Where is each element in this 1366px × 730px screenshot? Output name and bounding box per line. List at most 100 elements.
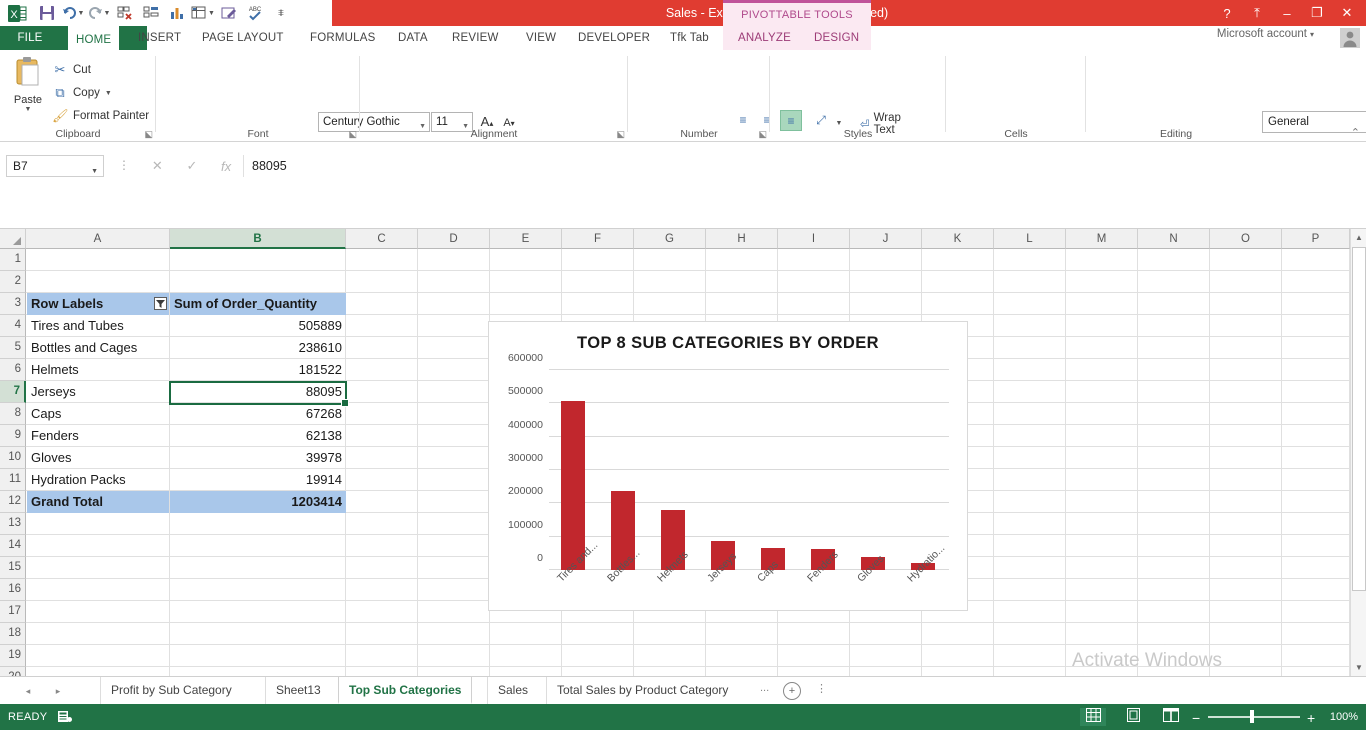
- cell-B6[interactable]: 181522: [170, 359, 346, 381]
- sheet-tab-total-sales-by-product-category[interactable]: Total Sales by Product Category: [546, 677, 738, 704]
- new-sheet-button[interactable]: +: [783, 682, 801, 700]
- zoom-out-button[interactable]: −: [1192, 710, 1200, 726]
- zoom-in-button[interactable]: +: [1307, 710, 1315, 726]
- copy-dropdown-icon[interactable]: ▼: [105, 90, 112, 97]
- collapse-ribbon-icon[interactable]: ⌃: [1351, 126, 1360, 139]
- sheet-tab-overflow[interactable]: ...: [760, 682, 769, 694]
- number-dialog-launcher-icon[interactable]: ⬕: [758, 129, 767, 140]
- column-header-E[interactable]: E: [490, 229, 562, 249]
- sheet-tab-sheet13[interactable]: Sheet13: [265, 677, 331, 704]
- column-header-N[interactable]: N: [1138, 229, 1210, 249]
- edit-pencil-icon[interactable]: [216, 0, 242, 26]
- cell-B8[interactable]: 67268: [170, 403, 346, 425]
- avatar[interactable]: [1340, 28, 1360, 48]
- cell-B9[interactable]: 62138: [170, 425, 346, 447]
- row-header-1[interactable]: 1: [0, 249, 26, 271]
- cell-B11[interactable]: 19914: [170, 469, 346, 491]
- cell-B12[interactable]: 1203414: [170, 491, 346, 513]
- row-header-14[interactable]: 14: [0, 535, 26, 557]
- font-dialog-launcher-icon[interactable]: ⬕: [348, 129, 357, 140]
- formula-bar-buttons[interactable]: ✕ ✓ fx: [140, 155, 244, 177]
- zoom-level[interactable]: 100%: [1330, 711, 1358, 723]
- cell-B4[interactable]: 505889: [170, 315, 346, 337]
- column-header-L[interactable]: L: [994, 229, 1066, 249]
- scroll-up-arrow-icon[interactable]: ▲: [1351, 229, 1366, 246]
- restore-button[interactable]: ❐: [1302, 5, 1332, 21]
- formula-input[interactable]: 88095: [252, 155, 1344, 177]
- column-header-C[interactable]: C: [346, 229, 418, 249]
- tab-design[interactable]: DESIGN: [806, 26, 867, 50]
- tab-tfk-tab[interactable]: Tfk Tab: [662, 26, 717, 50]
- column-header-D[interactable]: D: [418, 229, 490, 249]
- column-header-M[interactable]: M: [1066, 229, 1138, 249]
- row-header-17[interactable]: 17: [0, 601, 26, 623]
- tab-data[interactable]: DATA: [390, 26, 436, 50]
- sheet-tab-top-sub-categories[interactable]: Top Sub Categories: [338, 677, 473, 704]
- cell-A3[interactable]: Row Labels: [27, 293, 169, 315]
- spelling-check-icon[interactable]: ABC: [242, 0, 268, 26]
- cell-A7[interactable]: Jerseys: [27, 381, 169, 403]
- undo-icon[interactable]: ▼: [60, 0, 86, 26]
- row-labels-filter-icon[interactable]: [154, 297, 167, 310]
- column-header-A[interactable]: A: [26, 229, 170, 249]
- chart-bar-tires-and-tubes[interactable]: [561, 401, 585, 570]
- redo-icon[interactable]: ▼: [86, 0, 112, 26]
- select-all-corner[interactable]: [0, 229, 26, 249]
- cut-button[interactable]: ✂ Cut: [52, 60, 91, 80]
- sheet-nav-prev-icon[interactable]: ◂: [18, 682, 38, 700]
- row-header-9[interactable]: 9: [0, 425, 26, 447]
- column-header-G[interactable]: G: [634, 229, 706, 249]
- save-icon[interactable]: [34, 0, 60, 26]
- cell-A6[interactable]: Helmets: [27, 359, 169, 381]
- customize-qat-icon[interactable]: ⩨: [268, 0, 294, 26]
- column-header-H[interactable]: H: [706, 229, 778, 249]
- pivot-chart[interactable]: TOP 8 SUB CATEGORIES BY ORDER 0 100000 2…: [488, 321, 968, 611]
- cell-B5[interactable]: 238610: [170, 337, 346, 359]
- copy-button[interactable]: ⧉ Copy ▼: [52, 83, 112, 103]
- tab-home[interactable]: HOME: [68, 26, 120, 50]
- minimize-button[interactable]: –: [1272, 6, 1302, 21]
- zoom-slider-handle[interactable]: [1250, 710, 1254, 723]
- name-box-dropdown-icon[interactable]: ▼: [91, 162, 98, 182]
- tab-review[interactable]: REVIEW: [444, 26, 507, 50]
- vertical-scrollbar[interactable]: ▲ ▼: [1350, 229, 1366, 676]
- row-header-18[interactable]: 18: [0, 623, 26, 645]
- column-header-F[interactable]: F: [562, 229, 634, 249]
- cell-A5[interactable]: Bottles and Cages: [27, 337, 169, 359]
- insert-function-icon[interactable]: fx: [221, 159, 231, 174]
- cell-B3[interactable]: Sum of Order_Quantity: [170, 293, 346, 315]
- sheet-tab-sales[interactable]: Sales: [487, 677, 538, 704]
- column-header-K[interactable]: K: [922, 229, 994, 249]
- clipboard-dialog-launcher-icon[interactable]: ⬕: [144, 129, 153, 140]
- sheet-nav-next-icon[interactable]: ▸: [48, 682, 68, 700]
- row-header-7[interactable]: 7: [0, 381, 26, 403]
- row-header-13[interactable]: 13: [0, 513, 26, 535]
- format-painter-button[interactable]: 🖌 Format Painter: [52, 106, 149, 126]
- microsoft-account-label[interactable]: Microsoft account ▾: [1217, 28, 1314, 40]
- close-button[interactable]: ✕: [1332, 5, 1362, 21]
- clear-filter-icon[interactable]: [112, 0, 138, 26]
- row-header-3[interactable]: 3: [0, 293, 26, 315]
- sheet-tab-menu-icon[interactable]: ⋮: [816, 682, 827, 695]
- tab-file[interactable]: FILE: [6, 26, 54, 50]
- row-header-4[interactable]: 4: [0, 315, 26, 337]
- row-header-15[interactable]: 15: [0, 557, 26, 579]
- table-dropdown-icon[interactable]: ▼: [208, 10, 215, 17]
- cell-A4[interactable]: Tires and Tubes: [27, 315, 169, 337]
- normal-view-button[interactable]: [1080, 708, 1106, 726]
- cell-A11[interactable]: Hydration Packs: [27, 469, 169, 491]
- scroll-down-arrow-icon[interactable]: ▼: [1351, 659, 1366, 676]
- tab-formulas[interactable]: FORMULAS: [302, 26, 384, 50]
- ribbon-display-options-button[interactable]: ⤒: [1242, 5, 1272, 21]
- row-header-5[interactable]: 5: [0, 337, 26, 359]
- page-break-preview-button[interactable]: [1158, 708, 1184, 726]
- tab-page-layout[interactable]: PAGE LAYOUT: [194, 26, 292, 50]
- column-header-J[interactable]: J: [850, 229, 922, 249]
- macro-record-icon[interactable]: [58, 710, 72, 726]
- cell-A12[interactable]: Grand Total: [27, 491, 169, 513]
- column-header-P[interactable]: P: [1282, 229, 1350, 249]
- cell-B10[interactable]: 39978: [170, 447, 346, 469]
- row-header-11[interactable]: 11: [0, 469, 26, 491]
- paste-button[interactable]: Paste ▼: [6, 56, 50, 118]
- tab-developer[interactable]: DEVELOPER: [570, 26, 658, 50]
